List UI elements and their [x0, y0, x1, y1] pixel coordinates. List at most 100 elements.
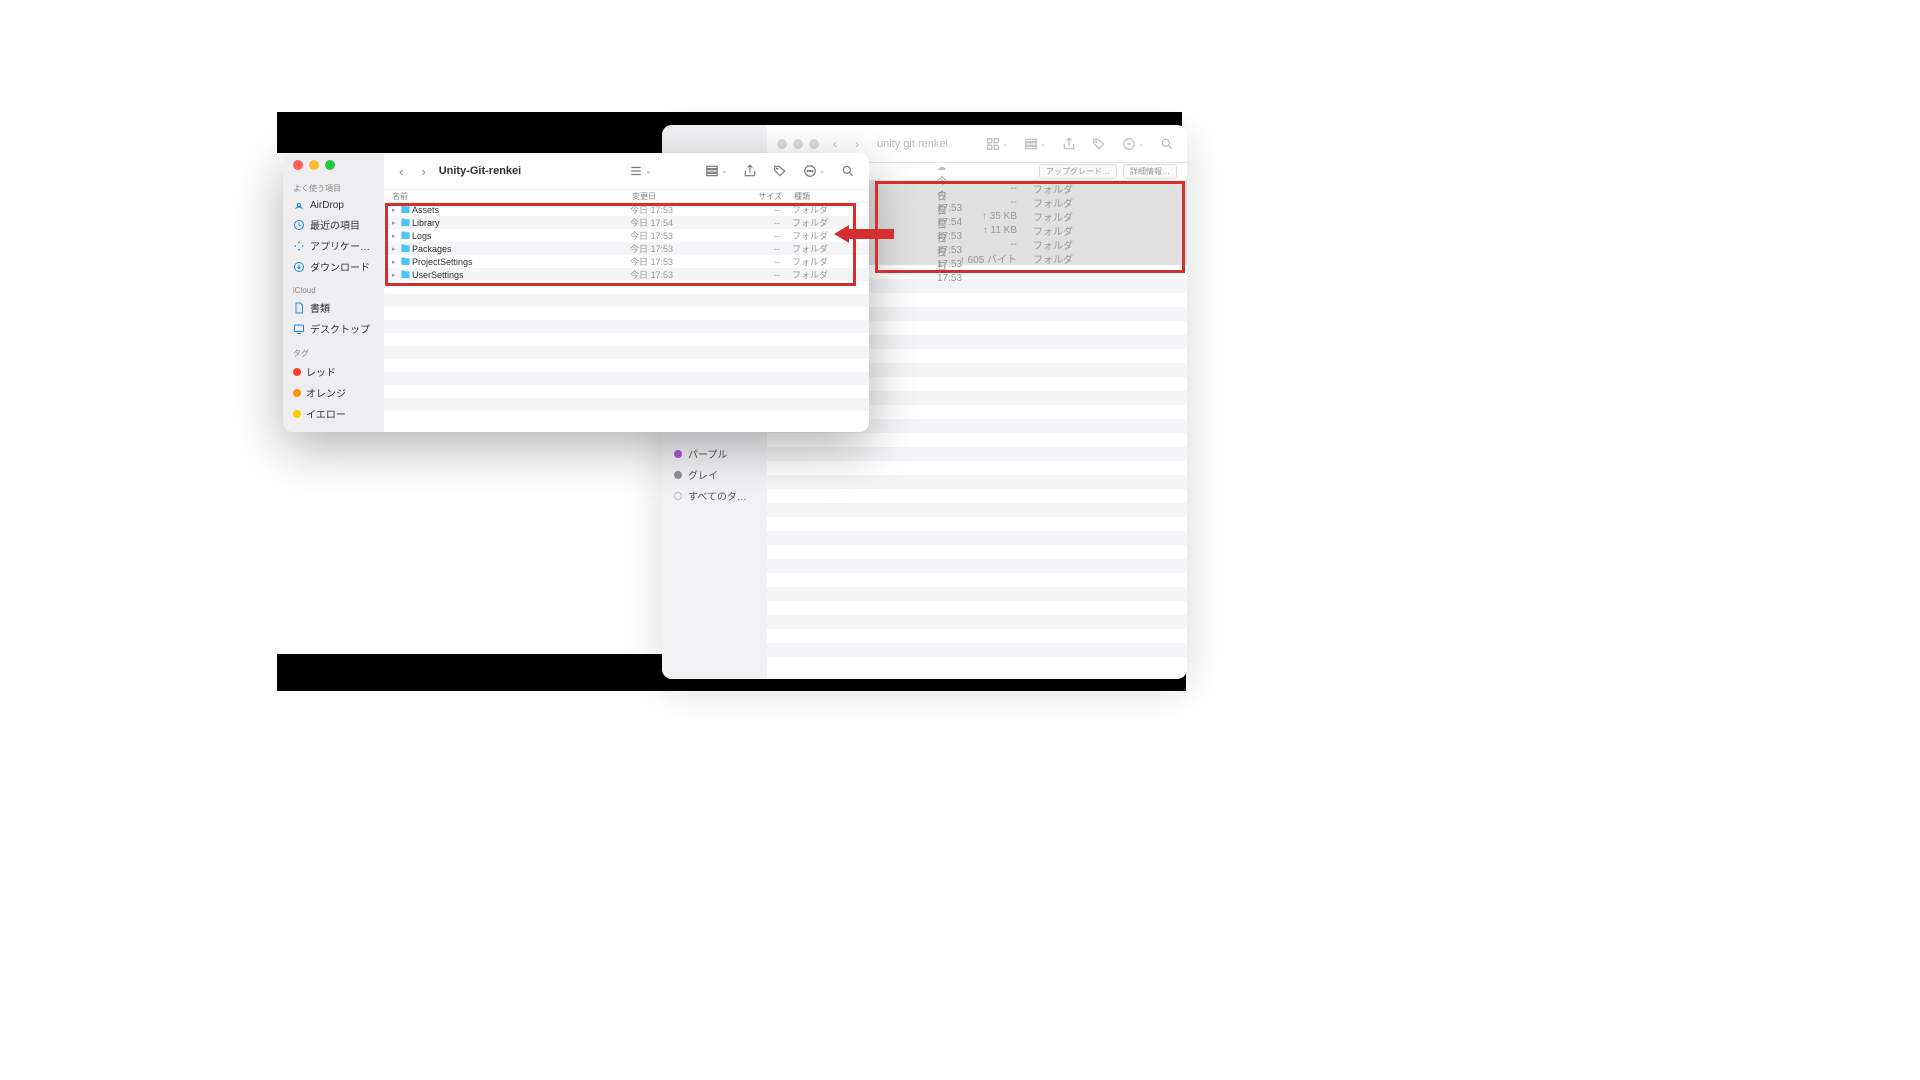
sidebar-tag-orange[interactable]: オレンジ — [283, 382, 384, 403]
sidebar-item-label: パープル — [688, 446, 727, 461]
cloud-icon: ○ — [937, 190, 942, 200]
sidebar-item-desktop[interactable]: デスクトップ — [283, 318, 384, 339]
cell-name: ProjectSettings — [412, 257, 630, 267]
table-row[interactable]: ▸ Packages 今日 17:53 -- フォルダ — [384, 242, 869, 255]
traffic-lights[interactable] — [777, 139, 819, 149]
section-tags: タグ — [283, 345, 384, 361]
tag-dot-icon — [674, 471, 682, 479]
cell-kind: フォルダ — [780, 229, 861, 242]
column-name[interactable]: 名前 — [392, 191, 632, 202]
share-icon[interactable] — [739, 164, 761, 178]
empty-row — [384, 411, 869, 424]
empty-row — [767, 531, 1187, 545]
action-icon[interactable]: ⌄ — [1119, 137, 1147, 151]
tag-icon[interactable] — [1089, 137, 1109, 151]
share-icon[interactable] — [1059, 137, 1079, 151]
tag-icon[interactable] — [769, 164, 791, 178]
zoom-icon[interactable] — [325, 160, 335, 170]
disclosure-icon[interactable]: ▸ — [392, 219, 400, 227]
sidebar: よく使う項目 AirDrop 最近の項目 アプリケー… ダウンロード iClou… — [283, 153, 384, 432]
empty-row — [767, 615, 1187, 629]
cell-name: Assets — [412, 205, 630, 215]
sidebar-item-label: イエロー — [306, 406, 346, 421]
sidebar-item-label: ダウンロード — [310, 259, 370, 274]
table-row[interactable]: ▸ Assets 今日 17:53 -- フォルダ — [384, 203, 869, 216]
empty-row — [767, 433, 1187, 447]
cell-name: Logs — [412, 231, 630, 241]
close-icon[interactable] — [293, 160, 303, 170]
sidebar-item-documents[interactable]: 書類 — [283, 297, 384, 318]
detail-button[interactable]: 詳細情報… — [1123, 164, 1177, 179]
column-kind[interactable]: 種類 — [782, 191, 861, 202]
column-date[interactable]: 変更日 — [632, 191, 732, 202]
folder-icon — [400, 243, 412, 254]
back-button[interactable]: ‹ — [394, 164, 408, 179]
empty-row — [767, 559, 1187, 573]
back-button[interactable]: ‹ — [829, 137, 841, 151]
table-row[interactable]: ▸ Logs 今日 17:53 -- フォルダ — [384, 229, 869, 242]
cell-size: -- — [937, 239, 1017, 250]
cell-kind: フォルダ — [1017, 223, 1077, 238]
sidebar-item-label: デスクトップ — [310, 321, 370, 336]
column-header[interactable]: 名前 変更日 サイズ 種類 — [384, 189, 869, 203]
sidebar-item-airdrop[interactable]: AirDrop — [283, 196, 384, 214]
sidebar-item-downloads[interactable]: ダウンロード — [283, 256, 384, 277]
disclosure-icon[interactable]: ▸ — [392, 258, 400, 266]
cell-kind: フォルダ — [780, 203, 861, 216]
download-icon — [293, 261, 305, 273]
cloud-icon: ☁ — [937, 218, 946, 228]
disclosure-icon[interactable]: ▸ — [392, 206, 400, 214]
group-icon[interactable]: ⌄ — [1021, 137, 1049, 151]
sidebar-tag-yellow[interactable]: イエロー — [283, 403, 384, 424]
table-row[interactable]: ▸ Library 今日 17:54 -- フォルダ — [384, 216, 869, 229]
cell-size: -- — [730, 270, 780, 280]
upgrade-button[interactable]: アップグレード… — [1039, 164, 1117, 179]
traffic-lights[interactable] — [283, 160, 384, 170]
empty-row — [767, 447, 1187, 461]
empty-row — [767, 503, 1187, 517]
forward-button[interactable]: › — [851, 137, 863, 151]
disclosure-icon[interactable]: ▸ — [392, 245, 400, 253]
cell-size: -- — [937, 183, 1017, 194]
cell-size: ↑ 11 KB — [937, 225, 1017, 236]
sidebar-item-label: 書類 — [310, 300, 330, 315]
forward-button[interactable]: › — [416, 164, 430, 179]
sidebar-item-label: オレンジ — [306, 385, 346, 400]
search-icon[interactable] — [837, 164, 859, 178]
sidebar-item-recents[interactable]: 最近の項目 — [283, 214, 384, 235]
minimize-icon[interactable] — [309, 160, 319, 170]
cell-date: 今日 17:54 — [630, 216, 730, 229]
action-icon[interactable]: ⌄ — [799, 164, 829, 178]
folder-icon — [400, 269, 412, 280]
empty-row — [767, 489, 1187, 503]
toolbar: ‹ › Unity-Git-renkei ⌄ ⌄ ⌄ — [384, 153, 869, 189]
view-list-icon[interactable]: ⌄ — [625, 164, 655, 178]
search-icon[interactable] — [1157, 137, 1177, 151]
window-title: unity git renkei — [877, 138, 973, 150]
sidebar-tag-red[interactable]: レッド — [283, 361, 384, 382]
cell-kind: フォルダ — [1017, 251, 1077, 266]
sidebar-tag-purple[interactable]: パープル — [670, 443, 759, 464]
disclosure-icon[interactable]: ▸ — [392, 232, 400, 240]
sidebar-item-applications[interactable]: アプリケー… — [283, 235, 384, 256]
cloud-icon: ☁ — [937, 204, 946, 214]
cell-size: -- — [730, 205, 780, 215]
table-row[interactable]: ▸ ProjectSettings 今日 17:53 -- フォルダ — [384, 255, 869, 268]
empty-row — [384, 333, 869, 346]
cloud-icon: ○ — [937, 232, 942, 242]
empty-row — [767, 629, 1187, 643]
column-size[interactable]: サイズ — [732, 191, 782, 202]
cell-date: 今日 17:53 — [630, 268, 730, 281]
view-grid-icon[interactable]: ⌄ — [983, 137, 1011, 151]
disclosure-icon[interactable]: ▸ — [392, 271, 400, 279]
table-row[interactable]: ▸ UserSettings 今日 17:53 -- フォルダ — [384, 268, 869, 281]
cell-date: 今日 17:53 — [630, 229, 730, 242]
folder-icon — [400, 256, 412, 267]
cell-date: 今日 17:53 — [630, 255, 730, 268]
sidebar-tag-all[interactable]: すべてのタ… — [670, 485, 759, 506]
section-favorites: よく使う項目 — [283, 180, 384, 196]
sidebar-tag-gray[interactable]: グレイ — [670, 464, 759, 485]
doc-icon — [293, 302, 305, 314]
cell-name: Packages — [412, 244, 630, 254]
group-icon[interactable]: ⌄ — [701, 164, 731, 178]
